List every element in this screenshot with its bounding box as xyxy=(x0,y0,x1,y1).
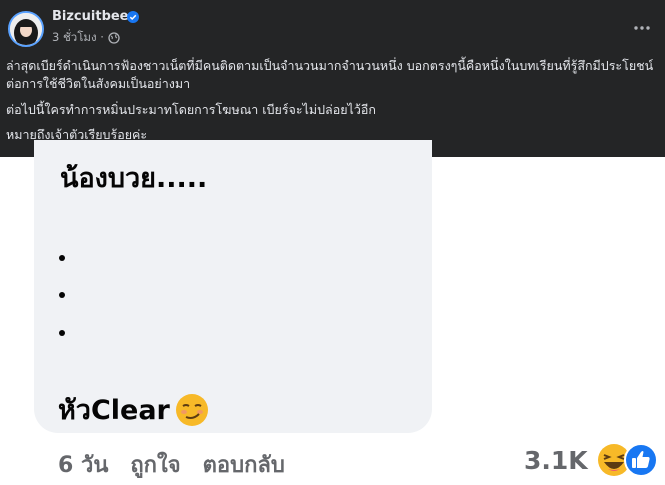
smirk-emoji-icon xyxy=(175,393,208,426)
post-header: Bizcuitbeer 3 ชั่วโมง · ล่าสุดเบียร์ดำเน… xyxy=(0,0,665,157)
like-button[interactable]: ถูกใจ xyxy=(130,447,180,482)
comment-last-text: หัวClear xyxy=(58,395,170,426)
comment-bubble: น้องบวย..... หัวClear xyxy=(34,140,432,433)
reaction-summary[interactable]: 3.1K xyxy=(524,442,658,478)
post-time[interactable]: 3 ชั่วโมง · xyxy=(52,29,104,47)
comment-dot xyxy=(59,330,65,336)
comment-dot xyxy=(59,292,65,298)
verified-badge-icon xyxy=(127,11,139,23)
post-meta: 3 ชั่วโมง · xyxy=(52,29,120,47)
reaction-count[interactable]: 3.1K xyxy=(524,446,588,475)
like-reaction-icon xyxy=(623,443,658,477)
more-options-button[interactable] xyxy=(628,14,656,42)
author-name[interactable]: Bizcuitbeer xyxy=(52,9,135,24)
post-caption-paragraph: ต่อไปนี้ใครทำการหมิ่นประมาทโดยการโฆษณา เ… xyxy=(6,102,376,117)
comment-text-line: น้องบวย..... xyxy=(60,163,208,194)
more-dots-icon xyxy=(634,26,650,30)
comment-age-link[interactable]: 6 วัน xyxy=(58,447,108,482)
globe-icon xyxy=(108,32,120,44)
comment-text-line: หัวClear xyxy=(58,388,210,431)
post-caption-paragraph: ล่าสุดเบียร์ดำเนินการฟ้องชาวเน็ตที่มีคนต… xyxy=(6,58,654,91)
reply-button[interactable]: ตอบกลับ xyxy=(203,447,285,482)
avatar[interactable] xyxy=(8,11,44,47)
comment-dot xyxy=(59,255,65,261)
comment-actions: 6 วัน ถูกใจ ตอบกลับ xyxy=(58,447,285,482)
